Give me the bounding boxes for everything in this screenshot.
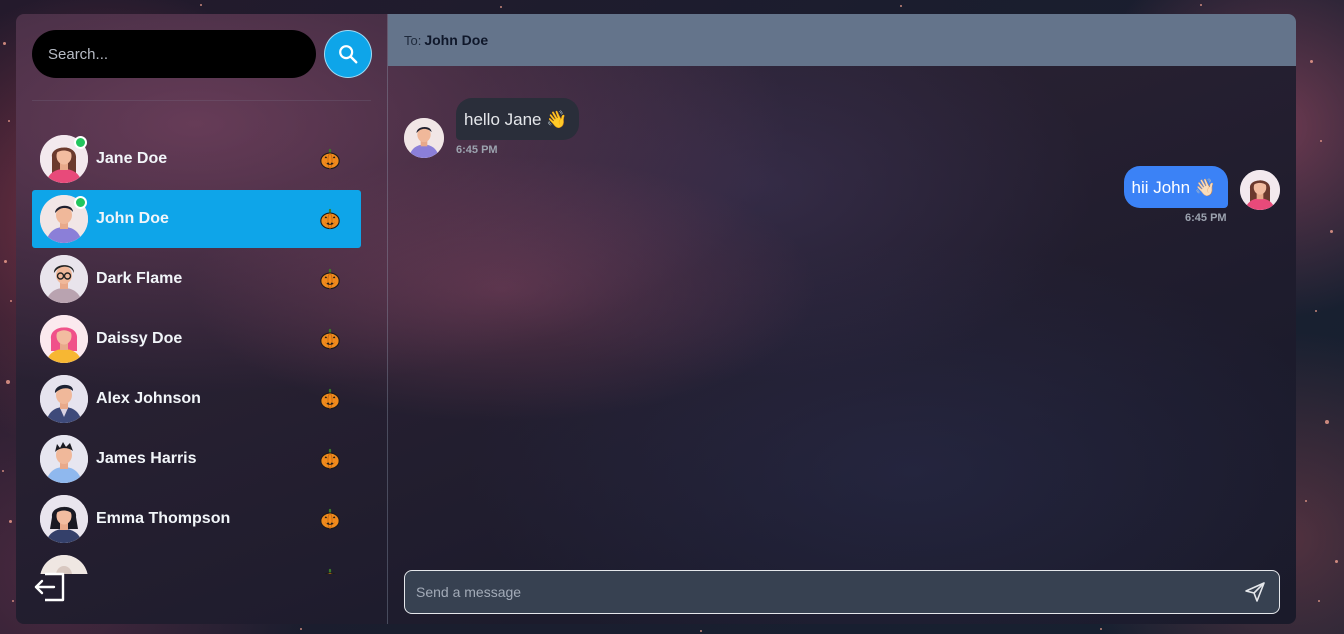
logout-button[interactable]	[32, 570, 68, 604]
contact-avatar	[40, 135, 88, 183]
jack-o-lantern-icon	[320, 328, 340, 350]
send-icon	[1245, 582, 1265, 602]
jack-o-lantern-icon	[320, 208, 340, 230]
chat-header: To: John Doe	[388, 14, 1296, 66]
contact-name: Daissy Doe	[96, 330, 183, 347]
avatar-icon	[40, 255, 88, 303]
online-indicator	[74, 196, 87, 209]
jack-o-lantern-icon	[320, 388, 340, 410]
avatar-icon	[40, 375, 88, 423]
contact-item[interactable]: John Doe	[32, 190, 361, 248]
logout-icon	[34, 572, 65, 602]
contact-item[interactable]: Emma Thompson	[32, 490, 361, 548]
contact-avatar	[40, 255, 88, 303]
message-time: 6:45 PM	[1185, 212, 1227, 224]
sidebar-divider	[32, 100, 371, 101]
jack-o-lantern-icon	[320, 508, 340, 530]
contact-avatar	[40, 195, 88, 243]
chat-panel: To: John Doe hello Jane 👋 6:45 PM hii Jo…	[388, 14, 1296, 624]
contact-item-partial[interactable]	[32, 550, 361, 574]
contact-list: Jane Doe John Doe Dark Flame Daissy Doe Alex…	[32, 130, 361, 574]
message-row-outgoing: hii John 👋🏻	[1123, 166, 1280, 210]
avatar-icon	[40, 435, 88, 483]
send-button[interactable]	[1243, 580, 1267, 604]
contact-name: Alex Johnson	[96, 390, 201, 407]
search-button[interactable]	[324, 30, 372, 78]
message-bubble-outgoing: hii John 👋🏻	[1123, 166, 1228, 208]
contact-item[interactable]: James Harris	[32, 430, 361, 488]
contact-avatar	[40, 495, 88, 543]
sender-avatar	[404, 118, 444, 158]
contact-name: John Doe	[96, 210, 169, 227]
contact-name: Dark Flame	[96, 270, 183, 287]
avatar-man-icon	[404, 118, 444, 158]
contact-avatar	[40, 315, 88, 363]
search-input[interactable]	[32, 30, 316, 78]
jack-o-lantern-icon	[320, 268, 340, 290]
avatar-woman-icon	[1240, 170, 1280, 210]
recipient-label: To:	[404, 32, 422, 48]
jack-o-lantern-icon	[324, 568, 336, 574]
avatar-icon	[40, 495, 88, 543]
recipient-name: John Doe	[424, 32, 489, 48]
chat-app: Jane Doe John Doe Dark Flame Daissy Doe Alex…	[16, 14, 1296, 624]
online-indicator	[74, 136, 87, 149]
search-icon	[339, 45, 358, 64]
jack-o-lantern-icon	[320, 448, 340, 470]
message-time: 6:45 PM	[456, 144, 498, 156]
contact-item[interactable]: Dark Flame	[32, 250, 361, 308]
contact-name: Jane Doe	[96, 150, 168, 167]
contact-avatar	[40, 435, 88, 483]
message-input[interactable]	[405, 584, 1243, 600]
own-avatar	[1240, 170, 1280, 210]
jack-o-lantern-icon	[320, 148, 340, 170]
search-bar	[32, 30, 372, 78]
contact-item[interactable]: Daissy Doe	[32, 310, 361, 368]
message-composer	[404, 570, 1280, 614]
sidebar: Jane Doe John Doe Dark Flame Daissy Doe Alex…	[16, 14, 388, 624]
contact-item[interactable]: Alex Johnson	[32, 370, 361, 428]
contact-item[interactable]: Jane Doe	[32, 130, 361, 188]
contact-name: James Harris	[96, 450, 197, 467]
contact-name: Emma Thompson	[96, 510, 231, 527]
message-bubble-incoming: hello Jane 👋	[456, 98, 580, 140]
avatar-icon	[40, 315, 88, 363]
contact-avatar	[40, 375, 88, 423]
